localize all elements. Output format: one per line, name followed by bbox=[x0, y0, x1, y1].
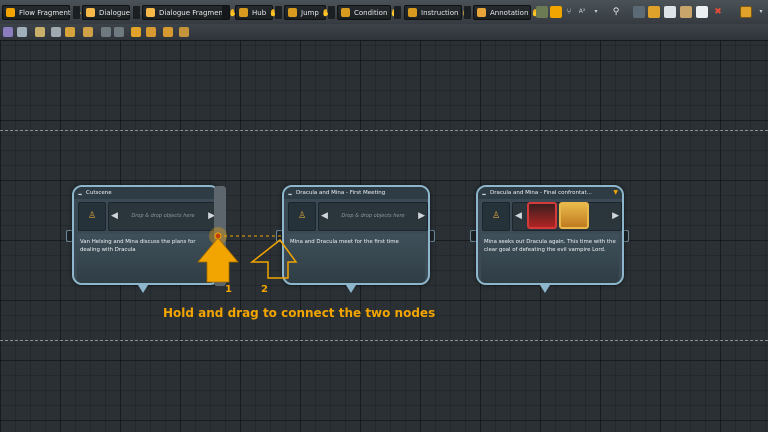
drag-arrow-filled-icon bbox=[197, 237, 239, 283]
connection-drag-overlay bbox=[197, 227, 298, 283]
step-number-1: 1 bbox=[225, 284, 232, 295]
instruction-caption: Hold and drag to connect the two nodes bbox=[163, 306, 436, 320]
drag-arrow-outline-icon bbox=[249, 238, 298, 279]
step-number-2: 2 bbox=[261, 284, 268, 295]
